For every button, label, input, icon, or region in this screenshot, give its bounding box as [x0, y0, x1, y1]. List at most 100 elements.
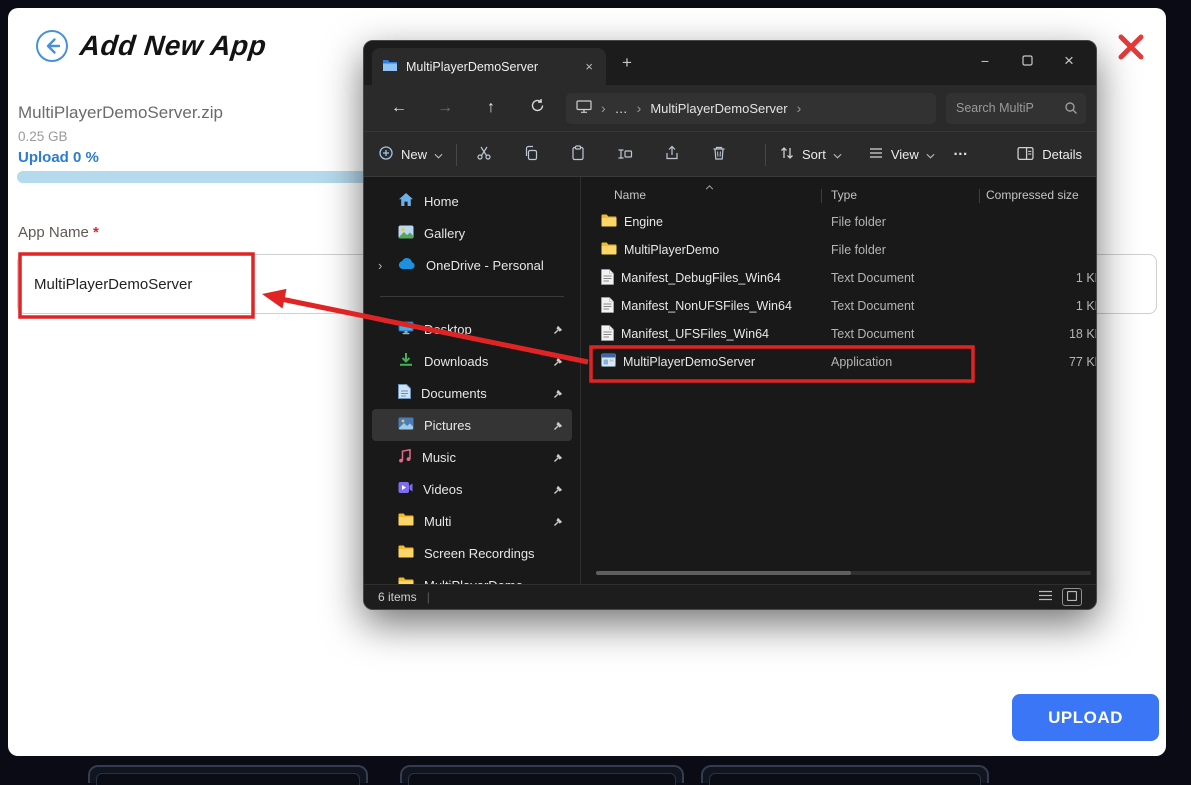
list-view-icon — [1039, 590, 1052, 604]
sidebar-item-pictures[interactable]: Pictures — [372, 409, 572, 441]
file-row-manifest-ufsfiles[interactable]: Manifest_UFSFiles_Win64 Text Document 18… — [581, 320, 1096, 348]
more-options-button[interactable]: … — [953, 142, 968, 159]
sort-button-label: Sort — [802, 147, 826, 162]
paste-button[interactable] — [564, 141, 592, 169]
status-bar: 6 items | — [364, 584, 1096, 609]
sidebar-item-label: Home — [424, 194, 459, 209]
music-icon — [398, 448, 412, 466]
new-button[interactable]: New — [378, 145, 443, 164]
minimize-button[interactable]: − — [964, 43, 1006, 79]
tab-close-icon[interactable]: × — [582, 59, 596, 74]
details-button[interactable]: Details — [1017, 146, 1082, 164]
chevron-right-icon[interactable]: › — [378, 258, 382, 273]
nav-refresh-button[interactable] — [514, 98, 560, 118]
file-compressed-size: 1 KB — [986, 299, 1096, 313]
sort-ascending-icon — [705, 179, 714, 193]
file-row-multiplayerdemoserver[interactable]: MultiPlayerDemoServer Application 77 KB — [581, 348, 1096, 376]
background-card — [400, 765, 684, 783]
explorer-tab[interactable]: MultiPlayerDemoServer × — [372, 48, 606, 85]
details-view-toggle[interactable] — [1039, 590, 1052, 604]
sidebar-item-label: Multi — [424, 514, 451, 529]
search-input[interactable] — [946, 93, 1058, 124]
breadcrumb-ellipsis[interactable]: … — [615, 101, 628, 116]
sidebar-item-gallery[interactable]: Gallery — [372, 217, 572, 249]
pin-icon — [553, 420, 564, 431]
sort-button[interactable]: Sort — [779, 145, 842, 164]
file-compressed-size: 18 KB — [986, 327, 1096, 341]
sidebar-item-music[interactable]: Music — [372, 441, 572, 473]
back-button[interactable] — [35, 29, 69, 63]
nav-back-button[interactable]: ← — [376, 99, 422, 117]
sidebar-item-onedrive[interactable]: › OneDrive - Personal — [372, 249, 572, 281]
command-bar: New — [364, 131, 1096, 177]
file-row-multiplayerdemo[interactable]: MultiPlayerDemo File folder — [581, 236, 1096, 264]
large-icons-view-toggle[interactable] — [1062, 588, 1082, 606]
upload-progress-label: Upload 0 % — [18, 149, 99, 166]
sidebar-item-desktop[interactable]: Desktop — [372, 313, 572, 345]
explorer-body: Home Gallery › OneDrive - Personal — [364, 177, 1096, 584]
chevron-down-icon — [926, 147, 935, 162]
pin-icon — [553, 388, 564, 399]
file-type: Text Document — [831, 271, 986, 285]
breadcrumb-current-folder[interactable]: MultiPlayerDemoServer — [650, 101, 787, 116]
cut-icon — [476, 145, 492, 164]
column-header-name[interactable]: Name — [614, 188, 646, 202]
home-icon — [398, 192, 414, 210]
desktop-icon — [398, 321, 414, 338]
file-name: MultiPlayerDemoServer — [623, 355, 755, 369]
file-row-manifest-debugfiles[interactable]: Manifest_DebugFiles_Win64 Text Document … — [581, 264, 1096, 292]
share-icon — [664, 145, 680, 164]
sidebar-item-home[interactable]: Home — [372, 185, 572, 217]
upload-button[interactable]: UPLOAD — [1012, 694, 1159, 741]
delete-button[interactable] — [705, 141, 733, 169]
column-divider[interactable] — [821, 189, 822, 203]
navigation-pane: Home Gallery › OneDrive - Personal — [364, 177, 581, 584]
file-name: Manifest_UFSFiles_Win64 — [621, 327, 769, 341]
items-count: 6 items — [378, 590, 417, 604]
text-document-icon — [601, 297, 614, 316]
file-name: MultiPlayerDemo — [624, 243, 719, 257]
column-header-type[interactable]: Type — [831, 188, 857, 202]
column-header-size[interactable]: Compressed size — [986, 188, 1079, 202]
modal-close-button[interactable] — [1116, 32, 1146, 62]
folder-icon — [601, 242, 617, 258]
details-button-label: Details — [1042, 147, 1082, 162]
nav-forward-button[interactable]: → — [422, 99, 468, 117]
sidebar-item-multi[interactable]: Multi — [372, 505, 572, 537]
new-tab-button[interactable]: + — [622, 53, 632, 73]
breadcrumb[interactable]: › … › MultiPlayerDemoServer › — [566, 93, 936, 124]
pin-icon — [553, 516, 564, 527]
paste-icon — [570, 145, 586, 164]
background-card-header — [709, 773, 981, 785]
sidebar-item-multiplayerdemo[interactable]: MultiPlayerDemo — [372, 569, 572, 584]
nav-up-button[interactable]: ↑ — [468, 99, 514, 117]
cut-button[interactable] — [470, 141, 498, 169]
copy-icon — [523, 145, 539, 164]
window-close-button[interactable]: × — [1048, 43, 1090, 79]
new-plus-icon — [378, 145, 394, 164]
horizontal-scrollbar[interactable] — [596, 571, 1091, 575]
file-row-manifest-nonufsfiles[interactable]: Manifest_NonUFSFiles_Win64 Text Document… — [581, 292, 1096, 320]
file-list-pane: Name Type Compressed size Engine File fo… — [581, 177, 1096, 584]
copy-button[interactable] — [517, 141, 545, 169]
sidebar-separator — [364, 281, 580, 313]
scrollbar-thumb[interactable] — [596, 571, 851, 575]
view-button[interactable]: View — [868, 145, 935, 164]
rename-button[interactable] — [611, 141, 639, 169]
app-name-label: App Name * — [18, 224, 99, 241]
folder-icon — [601, 214, 617, 230]
downloads-icon — [398, 352, 414, 370]
file-type: Application — [831, 355, 986, 369]
file-row-engine[interactable]: Engine File folder — [581, 208, 1096, 236]
breadcrumb-chevron-icon: › — [797, 100, 802, 116]
share-button[interactable] — [658, 141, 686, 169]
new-button-label: New — [401, 147, 427, 162]
sidebar-item-screen-recordings[interactable]: Screen Recordings — [372, 537, 572, 569]
sidebar-item-documents[interactable]: Documents — [372, 377, 572, 409]
close-icon — [1116, 50, 1146, 65]
sort-icon — [779, 145, 795, 164]
sidebar-item-downloads[interactable]: Downloads — [372, 345, 572, 377]
column-divider[interactable] — [979, 189, 980, 203]
maximize-button[interactable] — [1006, 43, 1048, 79]
sidebar-item-videos[interactable]: Videos — [372, 473, 572, 505]
